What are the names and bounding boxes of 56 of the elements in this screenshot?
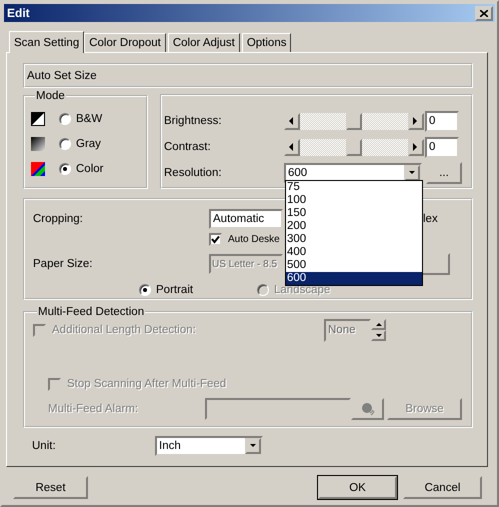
slider-label: Brightness: [164, 115, 223, 127]
radio-label: Color [76, 162, 104, 174]
tab[interactable]: Options [242, 33, 292, 52]
slider-label: Contrast: [164, 141, 212, 153]
checkmark-icon [211, 234, 220, 244]
radio-label: Landscape [274, 284, 330, 296]
arrow-left-icon [288, 143, 296, 151]
grayscale-mode-icon [31, 136, 45, 150]
unit-label: Unit: [32, 440, 57, 452]
dialog-button[interactable]: OK [318, 476, 397, 499]
radio-button[interactable] [59, 138, 71, 150]
group-title: Multi-Feed Detection [37, 306, 146, 318]
checkbox-label: Stop Scanning After Multi-Feed [67, 378, 226, 390]
value-field[interactable]: 0 [425, 136, 459, 158]
checkbox-label: Additional Length Detection: [52, 324, 197, 336]
arrow-right-icon [412, 117, 420, 125]
radio-button[interactable] [59, 112, 71, 124]
value-field[interactable]: 0 [425, 110, 459, 132]
color-mode-icon [31, 162, 45, 176]
window-title: Edit [7, 6, 30, 20]
paper-size-label: Paper Size: [33, 258, 94, 270]
arrow-up-icon [374, 320, 382, 328]
radio-label: Gray [76, 138, 101, 150]
tab[interactable]: Scan Setting [9, 31, 84, 53]
tab[interactable]: Color Adjust [168, 33, 240, 52]
group-title: Mode [35, 90, 66, 102]
close-icon [480, 10, 488, 16]
arrow-left-icon [288, 117, 296, 125]
checkbox-label: Auto Deske [228, 234, 280, 244]
auto-set-size-field: Auto Set Size [23, 63, 473, 88]
cropping-label: Cropping: [33, 213, 84, 225]
dropdown-field[interactable]: Automatic [209, 209, 283, 229]
slider[interactable] [284, 138, 424, 156]
resolution-label: Resolution: [164, 167, 223, 179]
dropdown-field[interactable]: Inch [155, 436, 263, 456]
close-button[interactable] [475, 6, 493, 20]
partial-label: lex [423, 213, 438, 225]
alarm-label: Multi-Feed Alarm: [48, 403, 140, 415]
radio-label: Portrait [156, 284, 194, 296]
checkbox[interactable] [209, 232, 222, 246]
slider[interactable] [284, 112, 424, 130]
spin-down-button[interactable] [371, 330, 386, 341]
list-option[interactable]: 600 [286, 272, 422, 285]
more-button[interactable]: ... [426, 162, 462, 184]
arrow-right-icon [412, 143, 420, 151]
caret-down-icon [408, 169, 416, 177]
radio-button[interactable] [139, 284, 151, 296]
tab[interactable]: Color Dropout [84, 33, 166, 52]
speaker-icon [360, 402, 374, 416]
radio-label: B&W [76, 112, 102, 124]
two-tone-mode-icon [31, 112, 45, 126]
dialog-button[interactable]: Cancel [403, 476, 482, 499]
caret-down-icon [249, 442, 257, 450]
dialog-button[interactable]: Reset [13, 476, 88, 499]
partial-button[interactable] [420, 253, 450, 275]
radio-button[interactable] [59, 162, 71, 174]
